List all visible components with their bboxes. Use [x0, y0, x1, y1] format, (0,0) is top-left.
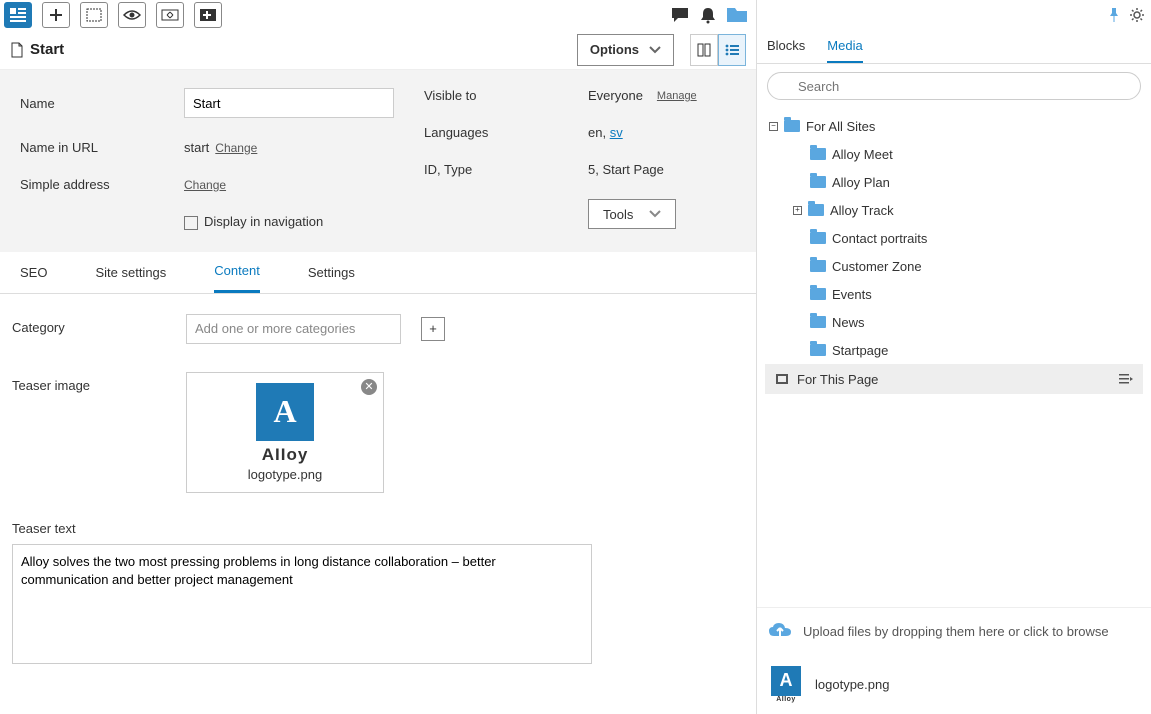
url-value: start: [184, 140, 209, 155]
chevron-down-icon: [649, 46, 661, 54]
selection-button[interactable]: [80, 2, 108, 28]
name-label: Name: [20, 96, 170, 111]
tree-item-label: Events: [832, 287, 872, 302]
page-folder-icon: [775, 372, 789, 386]
assets-panel-icon[interactable]: [726, 7, 748, 23]
folder-icon: [810, 176, 826, 188]
cloud-upload-icon: [767, 622, 793, 640]
add-button[interactable]: [42, 2, 70, 28]
teaser-filename: logotype.png: [248, 467, 322, 482]
tab-content[interactable]: Content: [214, 252, 260, 293]
view-list-button[interactable]: [718, 34, 746, 66]
file-thumbnail: A: [771, 666, 801, 696]
file-name: logotype.png: [815, 677, 889, 692]
section-menu-icon[interactable]: [1119, 374, 1133, 384]
manage-link[interactable]: Manage: [657, 90, 697, 102]
options-button[interactable]: Options: [577, 34, 674, 66]
tree-item[interactable]: + Alloy Track: [765, 196, 1143, 224]
url-change-link[interactable]: Change: [215, 141, 257, 155]
teaser-remove-button[interactable]: ✕: [361, 379, 377, 395]
teaser-image-label: Teaser image: [12, 372, 172, 393]
tree-item-label: Contact portraits: [832, 231, 927, 246]
display-nav-checkbox[interactable]: Display in navigation: [184, 214, 323, 230]
search-input[interactable]: [767, 72, 1141, 100]
lang-sv-link[interactable]: sv: [610, 125, 623, 140]
teaser-image-box[interactable]: ✕ A AIIoy logotype.png: [186, 372, 384, 493]
folder-icon: [810, 232, 826, 244]
chevron-down-icon: [649, 210, 661, 218]
view-layout-button[interactable]: [690, 34, 718, 66]
side-tab-blocks[interactable]: Blocks: [767, 34, 805, 63]
tree-item[interactable]: News: [765, 308, 1143, 336]
tree-item[interactable]: Contact portraits: [765, 224, 1143, 252]
folder-icon: [810, 288, 826, 300]
simple-address-label: Simple address: [20, 177, 170, 192]
url-label: Name in URL: [20, 140, 170, 155]
folder-icon: [808, 204, 824, 216]
checkbox-box: [184, 216, 198, 230]
folder-icon: [810, 148, 826, 160]
messages-icon[interactable]: [670, 6, 690, 24]
page-header: Start Options: [0, 30, 756, 70]
languages-label: Languages: [424, 125, 574, 140]
tree-item[interactable]: Customer Zone: [765, 252, 1143, 280]
logo-thumbnail: A: [256, 383, 314, 441]
gear-icon[interactable]: [1129, 7, 1145, 23]
category-label: Category: [12, 314, 172, 335]
tree-item-label: Alloy Plan: [832, 175, 890, 190]
simple-change-link[interactable]: Change: [184, 178, 226, 192]
visibleto-label: Visible to: [424, 88, 574, 103]
side-tab-media[interactable]: Media: [827, 34, 862, 63]
tree-item-label: Alloy Track: [830, 203, 894, 218]
media-tree: − For All Sites Alloy Meet Alloy Plan + All…: [757, 108, 1151, 527]
idtype-label: ID, Type: [424, 162, 574, 177]
tree-item-label: News: [832, 315, 865, 330]
tools-button[interactable]: Tools: [588, 199, 676, 229]
logo-wordmark: AIIoy: [262, 445, 309, 465]
tree-item[interactable]: Alloy Plan: [765, 168, 1143, 196]
page-title: Start: [30, 41, 64, 58]
name-input[interactable]: [184, 88, 394, 118]
tree-item-label: Alloy Meet: [832, 147, 893, 162]
tree-item[interactable]: Events: [765, 280, 1143, 308]
tab-seo[interactable]: SEO: [20, 252, 47, 293]
pin-icon[interactable]: [1107, 7, 1121, 23]
tab-settings[interactable]: Settings: [308, 252, 355, 293]
for-this-page-section[interactable]: For This Page: [765, 364, 1143, 394]
folder-icon: [810, 260, 826, 272]
category-add-button[interactable]: +: [421, 317, 445, 341]
expand-icon[interactable]: +: [793, 206, 802, 215]
tree-item[interactable]: Startpage: [765, 336, 1143, 364]
preview-button[interactable]: [118, 2, 146, 28]
page-icon: [10, 42, 24, 58]
category-input[interactable]: Add one or more categories: [186, 314, 401, 344]
tree-item-label: Customer Zone: [832, 259, 922, 274]
media-file-logotype[interactable]: A AIIoy logotype.png: [757, 654, 1151, 714]
idtype-value: 5, Start Page: [588, 162, 664, 177]
main-toolbar: [0, 0, 756, 30]
folder-icon: [784, 120, 800, 132]
teaser-text-input[interactable]: [12, 544, 592, 664]
tree-root-for-all-sites[interactable]: − For All Sites: [765, 112, 1143, 140]
tab-site-settings[interactable]: Site settings: [95, 252, 166, 293]
upload-dropzone[interactable]: Upload files by dropping them here or cl…: [757, 607, 1151, 654]
folder-icon: [810, 316, 826, 328]
tree-toggle-button[interactable]: [4, 2, 32, 28]
folder-icon: [810, 344, 826, 356]
notifications-icon[interactable]: [700, 6, 716, 24]
add-block-button[interactable]: [194, 2, 222, 28]
tree-item[interactable]: Alloy Meet: [765, 140, 1143, 168]
teaser-text-label: Teaser text: [12, 521, 76, 536]
visibleto-value: Everyone: [588, 88, 643, 103]
compare-button[interactable]: [156, 2, 184, 28]
tree-item-label: Startpage: [832, 343, 888, 358]
collapse-icon[interactable]: −: [769, 122, 778, 131]
summary-panel: Name Name in URL start Change Simple add…: [0, 70, 756, 252]
content-tabs: SEO Site settings Content Settings: [0, 252, 756, 294]
file-thumbnail-text: AIIoy: [776, 696, 796, 703]
